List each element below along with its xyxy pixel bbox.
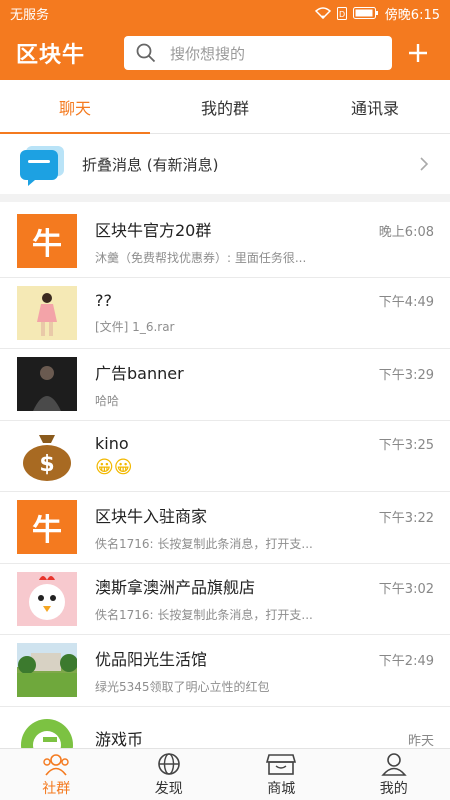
svg-text:$: $ bbox=[39, 452, 54, 477]
avatar bbox=[17, 285, 77, 340]
sim-icon: D bbox=[336, 6, 347, 20]
chat-preview: 哈哈 bbox=[95, 393, 120, 408]
chat-row-aussie-store[interactable]: 澳斯拿澳洲产品旗舰店 下午3:02 佚名1716: 长按复制此条消息，打开支..… bbox=[0, 564, 450, 635]
avatar bbox=[17, 357, 77, 412]
wifi-icon bbox=[314, 7, 331, 19]
chat-time: 下午3:29 bbox=[378, 367, 434, 383]
portrait-photo-icon bbox=[33, 366, 61, 412]
search-input[interactable]: 搜你想搜的 bbox=[124, 36, 392, 70]
chat-bubble-icon bbox=[20, 146, 64, 186]
folded-messages-label: 折叠消息 (有新消息) bbox=[82, 155, 219, 174]
chat-row-ad-banner[interactable]: 广告banner 下午3:29 哈哈 bbox=[0, 349, 450, 421]
bottom-nav: 社群 发现 商城 我的 bbox=[0, 748, 450, 800]
tab-contacts[interactable]: 通讯录 bbox=[300, 80, 450, 133]
nav-mall[interactable]: 商城 bbox=[225, 749, 338, 800]
active-tab-indicator bbox=[0, 132, 150, 134]
nav-label: 我的 bbox=[379, 780, 408, 797]
chat-row-kino[interactable]: $ kino 下午3:25 😀😀 bbox=[0, 421, 450, 492]
add-button[interactable] bbox=[398, 33, 438, 73]
app-bar: 区块牛 搜你想搜的 bbox=[0, 26, 450, 80]
chat-time: 昨天 bbox=[407, 733, 434, 748]
avatar: 牛 bbox=[17, 214, 77, 269]
game-coin-logo-icon bbox=[21, 718, 73, 748]
app-logo: 区块牛 bbox=[16, 43, 86, 68]
chat-time: 下午3:22 bbox=[378, 510, 434, 526]
chat-name: 澳斯拿澳洲产品旗舰店 bbox=[95, 578, 256, 598]
globe-icon bbox=[157, 752, 180, 775]
chat-row-official-group[interactable]: 牛 区块牛官方20群 晚上6:08 沐羹（免费帮找优惠券）: 里面任务很... bbox=[0, 206, 450, 278]
clock: 傍晚6:15 bbox=[384, 7, 440, 23]
tab-bar: 聊天 我的群 通讯录 bbox=[0, 80, 450, 134]
chat-name: kino bbox=[95, 433, 129, 453]
nav-label: 商城 bbox=[267, 780, 296, 797]
nav-discover[interactable]: 发现 bbox=[113, 749, 226, 800]
chat-name: 优品阳光生活馆 bbox=[95, 649, 208, 669]
chat-time: 晚上6:08 bbox=[378, 224, 434, 240]
nav-me[interactable]: 我的 bbox=[338, 749, 450, 800]
community-icon bbox=[43, 753, 69, 776]
chevron-right-icon bbox=[420, 157, 429, 171]
carrier-label: 无服务 bbox=[10, 7, 50, 23]
chat-name: 区块牛入驻商家 bbox=[95, 506, 208, 526]
chat-name: 区块牛官方20群 bbox=[95, 220, 212, 240]
chat-preview: 佚名1716: 长按复制此条消息，打开支... bbox=[95, 536, 313, 551]
chat-time: 下午3:02 bbox=[378, 582, 434, 598]
chat-preview: [文件] 1_6.rar bbox=[95, 319, 175, 334]
chat-preview: 沐羹（免费帮找优惠券）: 里面任务很... bbox=[95, 250, 307, 265]
nav-label: 发现 bbox=[154, 780, 183, 797]
chat-preview: 😀😀 bbox=[95, 456, 133, 478]
chat-row-game-coins[interactable]: 游戏币 昨天 bbox=[0, 707, 450, 748]
search-icon bbox=[136, 43, 156, 63]
folded-messages-row[interactable]: 折叠消息 (有新消息) bbox=[0, 134, 450, 202]
sim-letter: D bbox=[339, 10, 345, 19]
avatar bbox=[17, 571, 77, 626]
chat-row-sunshine-store[interactable]: 优品阳光生活馆 下午2:49 绿光5345领取了明心立性的红包 bbox=[0, 635, 450, 707]
search-placeholder: 搜你想搜的 bbox=[170, 44, 246, 63]
chicken-mascot-icon bbox=[29, 575, 65, 620]
chat-time: 下午4:49 bbox=[378, 294, 434, 310]
battery-icon bbox=[352, 7, 378, 19]
chat-row-merchants[interactable]: 牛 区块牛入驻商家 下午3:22 佚名1716: 长按复制此条消息，打开支... bbox=[0, 492, 450, 564]
tab-chat[interactable]: 聊天 bbox=[0, 80, 150, 133]
user-icon bbox=[381, 752, 407, 776]
chat-row-unknown[interactable]: ?? 下午4:49 [文件] 1_6.rar bbox=[0, 278, 450, 349]
nav-community[interactable]: 社群 bbox=[0, 749, 113, 800]
money-bag-icon: $ bbox=[23, 434, 71, 481]
chat-time: 下午2:49 bbox=[378, 653, 434, 669]
store-icon bbox=[266, 753, 297, 775]
landscape-photo-icon bbox=[17, 643, 77, 698]
nav-label: 社群 bbox=[42, 780, 71, 797]
chat-name: 广告banner bbox=[95, 363, 184, 383]
chat-name: ?? bbox=[95, 290, 112, 310]
chat-time: 下午3:25 bbox=[378, 437, 434, 453]
avatar bbox=[17, 714, 77, 748]
avatar: 牛 bbox=[17, 500, 77, 555]
chat-name: 游戏币 bbox=[95, 729, 144, 748]
tab-my-groups[interactable]: 我的群 bbox=[150, 80, 300, 133]
person-photo-icon bbox=[37, 292, 57, 336]
chat-preview: 绿光5345领取了明心立性的红包 bbox=[95, 679, 270, 694]
status-icons: D 傍晚6:15 bbox=[314, 4, 440, 23]
chat-list: 牛 区块牛官方20群 晚上6:08 沐羹（免费帮找优惠券）: 里面任务很... … bbox=[0, 206, 450, 748]
status-bar: 无服务 D 傍晚6:15 bbox=[0, 0, 450, 26]
chat-preview: 佚名1716: 长按复制此条消息，打开支... bbox=[95, 608, 313, 623]
plus-icon bbox=[409, 44, 427, 62]
avatar: $ bbox=[17, 428, 77, 483]
avatar bbox=[17, 643, 77, 698]
